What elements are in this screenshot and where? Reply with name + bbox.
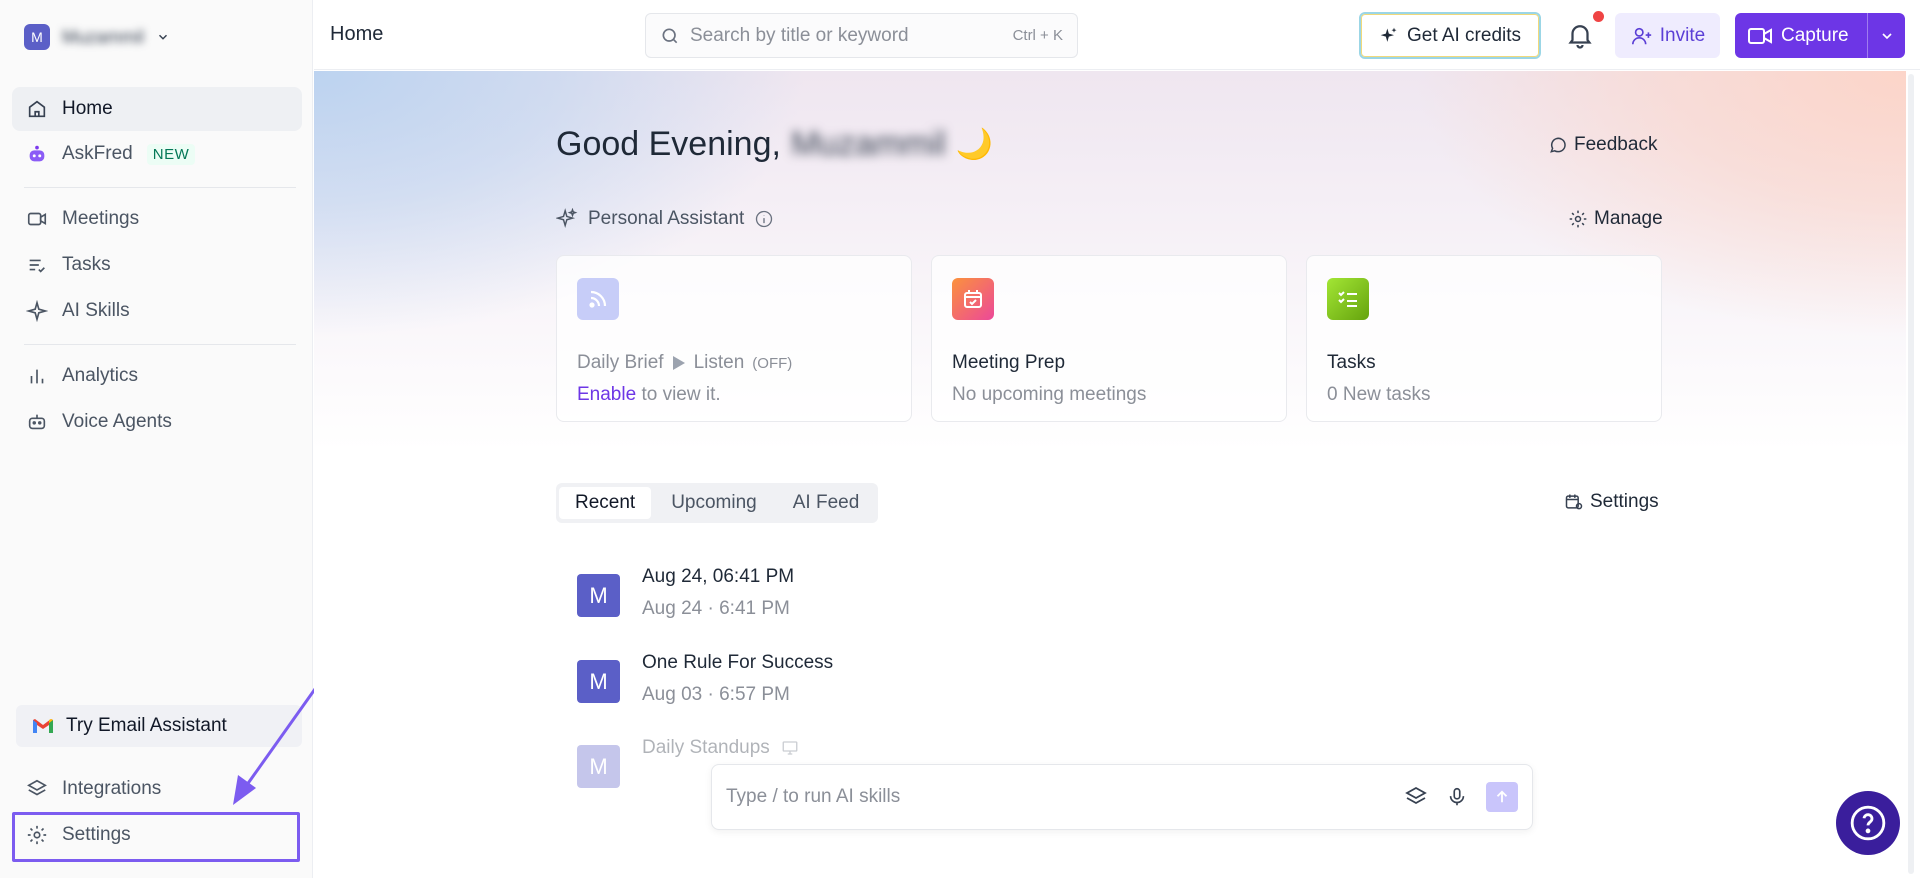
manage-label: Manage [1594, 208, 1663, 229]
microphone-icon[interactable] [1446, 785, 1468, 809]
calendar-icon [952, 278, 994, 320]
chevron-down-icon [1881, 32, 1892, 39]
meeting-prep-card[interactable]: Meeting Prep No upcoming meetings [931, 255, 1287, 422]
tasks-subtitle: 0 New tasks [1327, 384, 1431, 405]
meeting-row[interactable]: M One Rule For Success Aug 03 · 6:57 PM [577, 652, 833, 706]
play-icon[interactable] [672, 355, 686, 371]
feedback-label: Feedback [1574, 134, 1658, 155]
scrollbar[interactable] [1908, 74, 1914, 874]
greeting-text: Good Evening, [556, 125, 781, 163]
meeting-date: Aug 03 · 6:57 PM [642, 684, 790, 705]
meeting-avatar: M [577, 660, 620, 703]
daily-brief-card[interactable]: Daily Brief Listen (OFF) Enable to view … [556, 255, 912, 422]
send-button[interactable] [1486, 782, 1518, 812]
daily-brief-subtitle-row: Enable to view it. [577, 384, 721, 406]
enable-link[interactable]: Enable [577, 384, 636, 405]
invite-label: Invite [1659, 24, 1706, 46]
question-icon [1850, 805, 1886, 841]
gear-icon [1569, 210, 1587, 228]
tab-ai-feed[interactable]: AI Feed [777, 487, 876, 519]
sparkle-icon [556, 208, 578, 229]
capture-label: Capture [1781, 24, 1849, 46]
meeting-title: One Rule For Success [642, 652, 834, 673]
ai-composer[interactable] [711, 764, 1533, 830]
get-ai-credits-button[interactable]: Get AI credits [1359, 12, 1541, 59]
meeting-prep-subtitle: No upcoming meetings [952, 384, 1147, 405]
help-button[interactable] [1836, 791, 1900, 855]
tasks-card[interactable]: Tasks 0 New tasks [1306, 255, 1662, 422]
capture-button[interactable]: Capture [1735, 13, 1905, 58]
daily-brief-title: Daily Brief [577, 352, 664, 373]
checklist-icon [1327, 278, 1369, 320]
user-plus-icon [1631, 27, 1651, 44]
video-icon [1748, 27, 1772, 44]
daily-brief-title-row: Daily Brief Listen (OFF) [577, 352, 792, 374]
chat-bubble-icon [1550, 137, 1566, 153]
capture-dropdown[interactable] [1867, 13, 1905, 58]
main-content: Good Evening, Muzammil 🌙 Feedback Person… [314, 71, 1906, 878]
tasks-title: Tasks [1327, 352, 1376, 373]
layers-icon[interactable] [1404, 785, 1428, 809]
monitor-icon [782, 741, 798, 755]
feed-tabs: Recent Upcoming AI Feed [556, 483, 879, 523]
feed-settings-label: Settings [1590, 491, 1659, 512]
search-input[interactable] [690, 24, 1003, 47]
manage-button[interactable]: Manage [1568, 208, 1663, 230]
notification-dot [1593, 11, 1604, 22]
sparkle-icon [1380, 27, 1397, 42]
greeting-name: Muzammil [790, 125, 946, 163]
meeting-title: Daily Standups [642, 737, 770, 758]
greeting: Good Evening, Muzammil 🌙 [556, 125, 993, 164]
ai-credits-label: Get AI credits [1406, 24, 1522, 46]
arrow-up-icon [1496, 790, 1508, 803]
personal-assistant-title: Personal Assistant [588, 208, 745, 229]
search-icon [662, 28, 678, 43]
meeting-date: Aug 24 · 6:41 PM [642, 598, 790, 619]
meeting-prep-title: Meeting Prep [952, 352, 1066, 373]
bell-icon[interactable] [1565, 20, 1595, 50]
info-icon[interactable] [754, 209, 774, 229]
tab-upcoming[interactable]: Upcoming [655, 487, 773, 519]
rss-icon [577, 278, 619, 320]
listen-label[interactable]: Listen [694, 352, 745, 374]
composer-input[interactable] [726, 786, 1386, 808]
meeting-avatar: M [577, 745, 620, 788]
tab-recent[interactable]: Recent [559, 487, 652, 519]
invite-button[interactable]: Invite [1615, 13, 1720, 58]
moon-emoji: 🌙 [955, 128, 994, 161]
search-bar[interactable]: Ctrl + K [645, 13, 1078, 58]
meeting-title-row: Daily Standups [642, 737, 800, 759]
meeting-title: Aug 24, 06:41 PM [642, 566, 795, 587]
topbar: Home Ctrl + K Get AI credits Invite Capt… [314, 0, 1920, 70]
feed-settings-button[interactable]: Settings [1564, 491, 1659, 513]
personal-assistant-heading: Personal Assistant [556, 208, 774, 230]
meeting-row[interactable]: M Aug 24, 06:41 PM Aug 24 · 6:41 PM [577, 566, 794, 620]
calendar-gear-icon [1565, 494, 1583, 510]
meeting-avatar: M [577, 574, 620, 617]
capture-main[interactable]: Capture [1735, 13, 1867, 58]
search-shortcut: Ctrl + K [1012, 27, 1063, 44]
listen-state: (OFF) [752, 354, 793, 372]
breadcrumb: Home [330, 23, 384, 45]
feedback-button[interactable]: Feedback [1548, 134, 1657, 156]
daily-brief-subtitle: to view it. [641, 384, 721, 405]
